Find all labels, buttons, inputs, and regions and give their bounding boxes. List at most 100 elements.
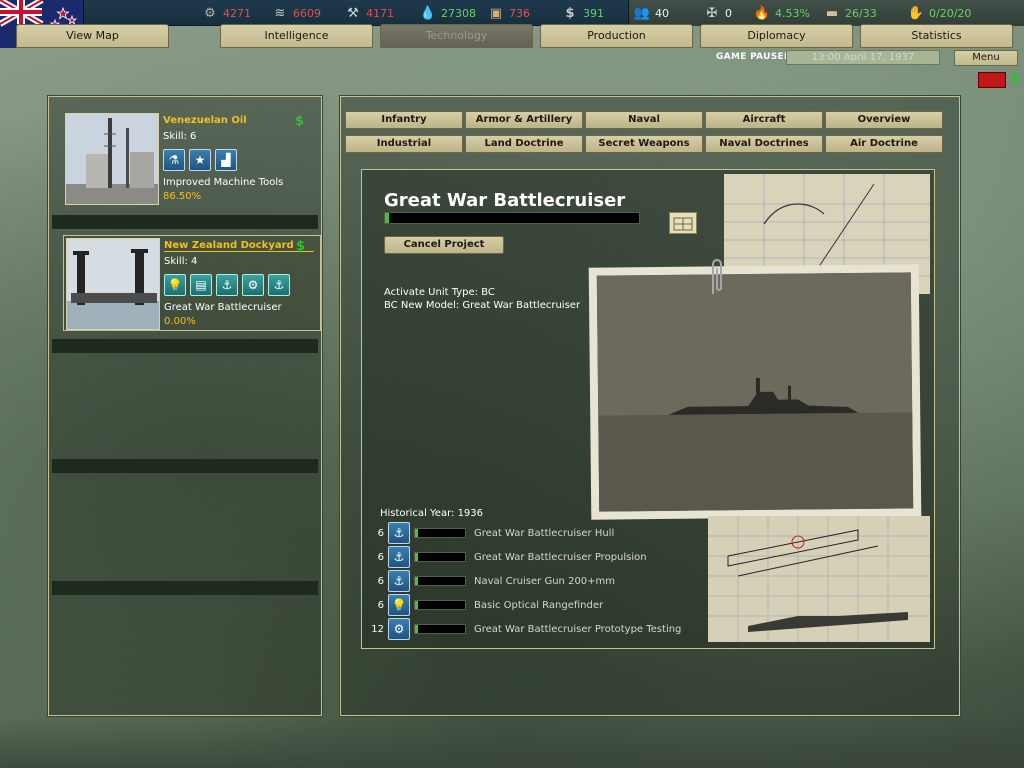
stat-diplomats: ✋ 0/20/20 [907,5,972,21]
lightbulb-icon: 💡 [164,274,186,296]
blueprint-icon[interactable] [669,212,697,234]
dissent-icon: 🔥 [753,5,771,21]
team-specialities: 💡 ▤ ⚓ ⚙ ⚓ [164,274,290,296]
supplies-icon: ▣ [489,5,503,21]
component-progress-bar [414,624,466,634]
tab-production[interactable]: Production [540,24,693,48]
component-row: 6 ⚓ Great War Battlecruiser Propulsion [366,546,706,568]
resource-metal: ≋ 6609 [272,5,321,21]
project-detail: Great War Battlecruiser Cancel Project A… [361,169,935,649]
progress-fill [415,553,418,561]
component-progress-bar [414,600,466,610]
tab-statistics[interactable]: Statistics [860,24,1013,48]
resource-energy: ⚙ 4271 [202,5,251,21]
progress-fill [415,529,418,537]
progress-fill [415,601,418,609]
team-specialities: ⚗ ★ ▟ [163,149,237,171]
cancel-project-button[interactable]: Cancel Project [384,236,504,254]
component-difficulty: 6 [377,599,384,611]
science-icon: ⚗ [163,149,185,171]
money-icon: $ [295,114,305,129]
oil-icon: 💧 [419,5,437,21]
background-silhouettes [0,716,1024,768]
anchor-icon: ⚓ [388,546,410,568]
historical-year: Historical Year: 1936 [380,508,484,519]
money-icon: $ [296,239,306,254]
current-research: Improved Machine Tools [163,177,284,188]
category-secret-weapons[interactable]: Secret Weapons [585,135,703,153]
tab-view-map[interactable]: View Map [16,24,169,48]
team-photo [65,113,159,205]
tech-panel: Infantry Armor & Artillery Naval Aircraf… [339,95,961,717]
component-row: 12 ⚙ Great War Battlecruiser Prototype T… [366,618,706,640]
money-icon: $ [565,5,575,21]
team-name: Venezuelan Oil [163,115,247,126]
diplomats-icon: ✋ [907,5,925,21]
resource-bar: ⚙ 4271 ≋ 6609 ⚒ 4171 💧 27308 ▣ 736 $ 391… [0,0,1024,48]
convoy-icon: ▬ [825,5,839,21]
progress-fill [385,213,389,223]
category-naval-doctrines[interactable]: Naval Doctrines [705,135,823,153]
star-icon: ★ [189,149,211,171]
component-name: Great War Battlecruiser Hull [474,527,615,539]
manpower-icon: 👥 [633,5,651,21]
project-progress-bar [384,212,640,224]
stat-convoy: ▬ 26/33 [825,5,877,21]
main-tabs: View Map Intelligence Technology Product… [0,24,1024,48]
anchor-icon: ⚓ [388,522,410,544]
game-paused-label: GAME PAUSED [716,52,792,62]
empty-slot[interactable] [52,459,318,473]
menu-button[interactable]: Menu [954,50,1018,66]
design-sketch [708,516,930,642]
battlecruiser-image [596,272,914,512]
component-progress-bar [414,552,466,562]
component-difficulty: 6 [377,527,384,539]
tab-technology[interactable]: Technology [380,24,533,48]
category-aircraft[interactable]: Aircraft [705,111,823,129]
component-name: Great War Battlecruiser Propulsion [474,551,647,563]
component-progress-bar [414,576,466,586]
mini-flag-icon[interactable] [978,72,1006,88]
component-name: Basic Optical Rangefinder [474,599,604,611]
factory-icon: ▟ [215,149,237,171]
lightbulb-icon: 💡 [388,594,410,616]
component-row: 6 ⚓ Great War Battlecruiser Hull [366,522,706,544]
category-infantry[interactable]: Infantry [345,111,463,129]
stat-transport: ✠ 0 [704,5,732,21]
gears-icon: ⚙ [388,618,410,640]
unit-photo [588,264,922,520]
resource-money: $ 391 [562,5,604,21]
component-difficulty: 12 [371,623,384,635]
stat-manpower: 👥 40 [633,5,669,21]
resource-oil: 💧 27308 [419,5,476,21]
component-row: 6 💡 Basic Optical Rangefinder [366,594,706,616]
research-slots-panel: Venezuelan Oil Skill: 6 ⚗ ★ ▟ Improved M… [47,95,323,717]
category-industrial[interactable]: Industrial [345,135,463,153]
component-difficulty: 6 [377,551,384,563]
anchor-gun-icon: ⚓ [268,274,290,296]
money-icon: $ [1010,71,1020,86]
stat-dissent: 🔥 4.53% [753,5,810,21]
progress-fill [415,625,418,633]
tab-intelligence[interactable]: Intelligence [220,24,373,48]
category-naval[interactable]: Naval [585,111,703,129]
empty-slot[interactable] [52,581,318,595]
blueprint-icon: ▤ [190,274,212,296]
category-air-doctrine[interactable]: Air Doctrine [825,135,943,153]
slot-divider [52,339,318,353]
component-progress-bar [414,528,466,538]
research-slot-1[interactable]: Venezuelan Oil Skill: 6 ⚗ ★ ▟ Improved M… [63,111,321,207]
game-date: 13:00 April 17, 1937 [786,50,940,65]
research-slot-2[interactable]: New Zealand Dockyard Skill: 4 💡 ▤ ⚓ ⚙ ⚓ … [63,235,321,331]
metal-icon: ≋ [274,5,286,21]
rare-materials-icon: ⚒ [347,5,359,21]
team-name: New Zealand Dockyard [164,240,314,252]
team-skill: Skill: 4 [164,256,198,267]
component-row: 6 ⚓ Naval Cruiser Gun 200+mm [366,570,706,592]
tab-diplomacy[interactable]: Diplomacy [700,24,853,48]
energy-icon: ⚙ [204,5,216,21]
category-armor-artillery[interactable]: Armor & Artillery [465,111,583,129]
component-name: Naval Cruiser Gun 200+mm [474,575,616,587]
category-land-doctrine[interactable]: Land Doctrine [465,135,583,153]
category-overview[interactable]: Overview [825,111,943,129]
